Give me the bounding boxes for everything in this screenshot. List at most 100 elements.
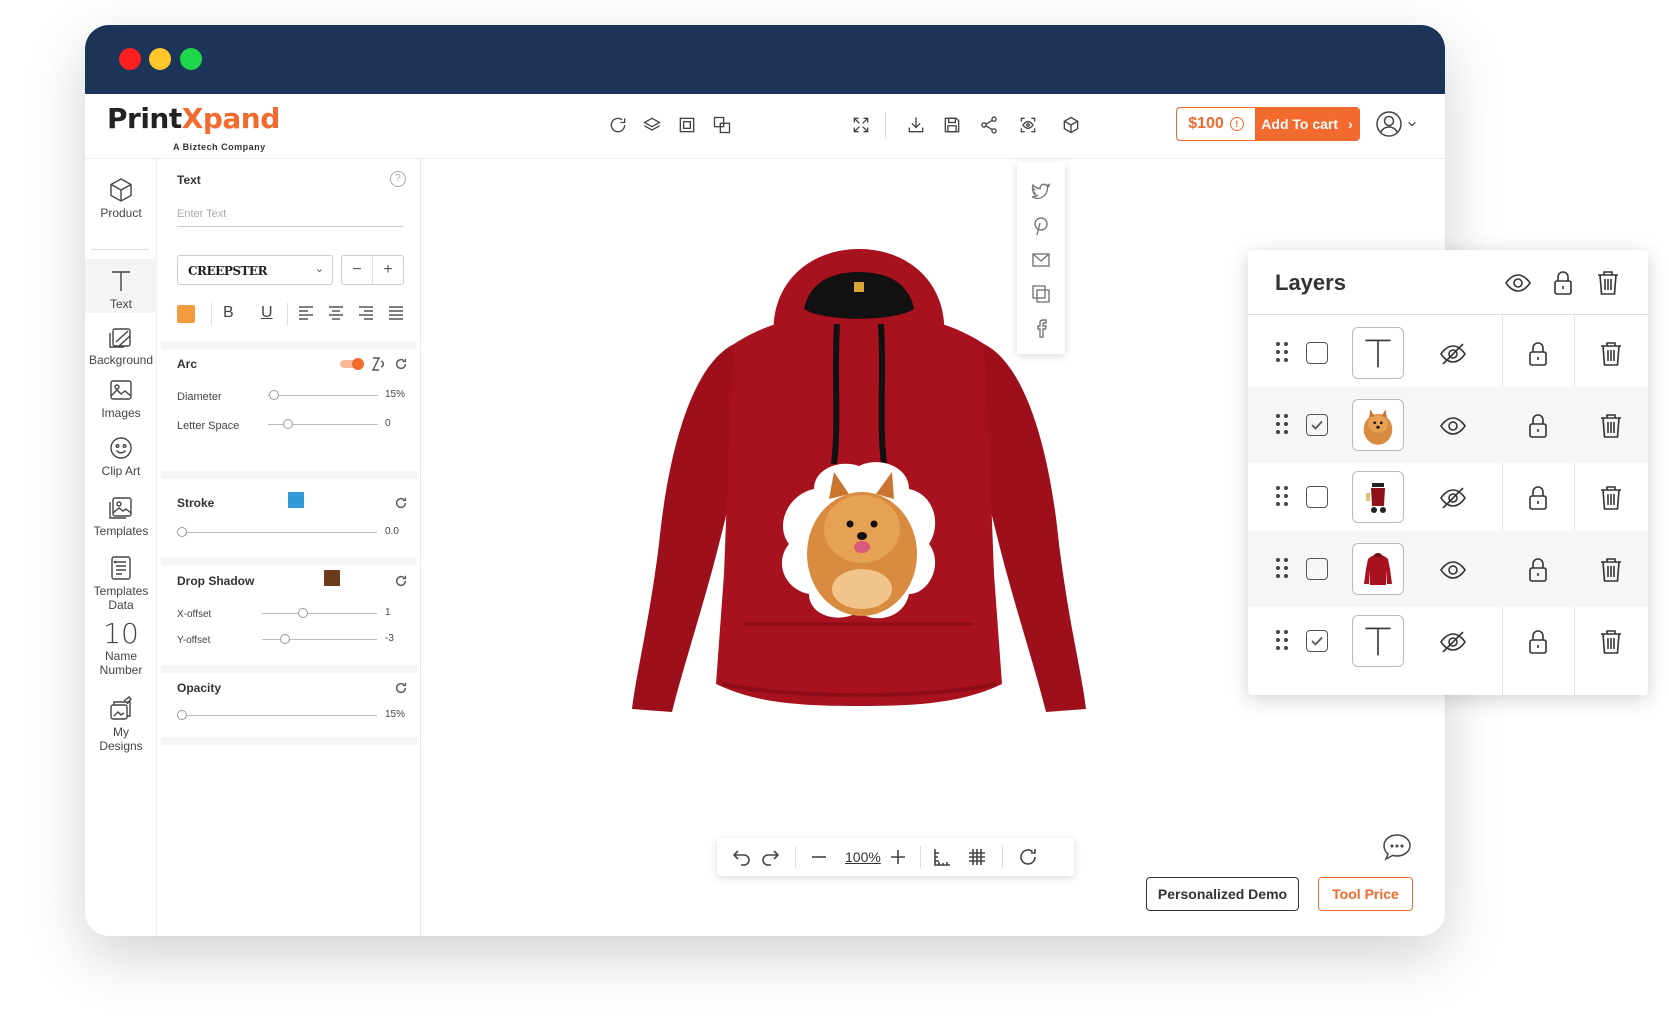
nav-name-number[interactable]: 10 Name Number	[85, 619, 157, 678]
layer-row[interactable]	[1248, 603, 1648, 679]
nav-templates-data[interactable]: Templates Data	[85, 555, 157, 612]
trash-icon[interactable]	[1596, 627, 1626, 657]
eye-off-icon[interactable]	[1438, 339, 1468, 369]
nav-images[interactable]: Images	[85, 377, 157, 420]
ruler-icon[interactable]	[932, 847, 952, 867]
user-menu[interactable]	[1375, 109, 1423, 139]
text-color-swatch[interactable]	[177, 305, 195, 323]
minimize-window-button[interactable]	[149, 48, 171, 70]
nav-templates[interactable]: Templates	[85, 495, 157, 538]
grid-icon[interactable]	[967, 847, 987, 867]
eye-icon[interactable]	[1438, 555, 1468, 585]
stroke-slider[interactable]	[177, 532, 377, 533]
download-icon[interactable]	[905, 114, 927, 136]
arrange-icon[interactable]	[711, 114, 733, 136]
fullscreen-icon[interactable]	[850, 114, 872, 136]
drag-handle-icon[interactable]	[1275, 412, 1291, 438]
opacity-slider-knob[interactable]	[177, 710, 187, 720]
undo-icon[interactable]	[732, 847, 752, 867]
nav-background[interactable]: Background	[85, 324, 157, 367]
layer-checkbox[interactable]	[1306, 630, 1328, 652]
reset-canvas-icon[interactable]	[1018, 847, 1038, 867]
arc-reset-icon[interactable]	[394, 357, 408, 371]
nav-my-designs[interactable]: My Designs	[85, 696, 157, 753]
bold-button[interactable]: B	[223, 304, 234, 322]
trash-icon[interactable]	[1596, 339, 1626, 369]
redo-icon[interactable]	[760, 847, 780, 867]
lock-all-icon[interactable]	[1548, 268, 1578, 298]
drag-handle-icon[interactable]	[1275, 556, 1291, 582]
drag-handle-icon[interactable]	[1275, 484, 1291, 510]
show-all-eye-icon[interactable]	[1503, 268, 1533, 298]
font-select[interactable]: CREEPSTER ⌄	[177, 255, 333, 285]
pinterest-icon[interactable]	[1031, 216, 1051, 236]
align-justify-icon[interactable]	[388, 306, 404, 320]
zoom-out-icon[interactable]	[809, 847, 829, 867]
eye-off-icon[interactable]	[1438, 627, 1468, 657]
trash-icon[interactable]	[1596, 483, 1626, 513]
zoom-level[interactable]: 100%	[845, 849, 881, 865]
nav-clip-art[interactable]: Clip Art	[85, 435, 157, 478]
stroke-slider-knob[interactable]	[177, 527, 187, 537]
opacity-slider[interactable]	[177, 715, 377, 716]
lock-icon[interactable]	[1523, 339, 1553, 369]
layer-thumbnail-text[interactable]	[1352, 327, 1404, 379]
font-size-stepper[interactable]: − +	[341, 255, 404, 285]
mail-icon[interactable]	[1031, 250, 1051, 270]
decrease-button[interactable]: −	[342, 256, 373, 284]
lock-icon[interactable]	[1523, 483, 1553, 513]
stroke-reset-icon[interactable]	[394, 496, 408, 510]
increase-button[interactable]: +	[373, 256, 403, 284]
layers-icon[interactable]	[641, 114, 663, 136]
text-input[interactable]: Enter Text	[177, 199, 403, 227]
info-icon[interactable]: !	[1229, 117, 1244, 131]
copy-icon[interactable]	[676, 114, 698, 136]
share-icon[interactable]	[978, 114, 1000, 136]
copy-link-icon[interactable]	[1031, 284, 1051, 304]
preview-icon[interactable]	[1017, 114, 1039, 136]
trash-icon[interactable]	[1596, 411, 1626, 441]
chat-icon[interactable]	[1381, 832, 1413, 862]
save-icon[interactable]	[941, 114, 963, 136]
close-window-button[interactable]	[119, 48, 141, 70]
trash-icon[interactable]	[1596, 555, 1626, 585]
personalized-demo-button[interactable]: Personalized Demo	[1146, 877, 1299, 911]
facebook-icon[interactable]	[1031, 318, 1051, 338]
twitter-icon[interactable]	[1031, 182, 1051, 202]
add-to-cart-button[interactable]: $100! Add To cart ›	[1176, 107, 1360, 141]
nav-text[interactable]: Text	[85, 259, 157, 313]
refresh-icon[interactable]	[607, 114, 629, 136]
lock-icon[interactable]	[1523, 411, 1553, 441]
diameter-slider-knob[interactable]	[269, 390, 279, 400]
stroke-color-swatch[interactable]	[288, 492, 304, 508]
align-center-icon[interactable]	[328, 306, 344, 320]
align-right-icon[interactable]	[358, 306, 374, 320]
layer-checkbox[interactable]	[1306, 414, 1328, 436]
shadow-color-swatch[interactable]	[324, 570, 340, 586]
arc-toggle[interactable]	[340, 358, 364, 370]
layer-thumbnail-text[interactable]	[1352, 615, 1404, 667]
layer-checkbox[interactable]	[1306, 558, 1328, 580]
x-offset-slider-knob[interactable]	[298, 608, 308, 618]
x-offset-slider[interactable]	[262, 613, 377, 614]
maximize-window-button[interactable]	[180, 48, 202, 70]
y-offset-slider-knob[interactable]	[280, 634, 290, 644]
layer-row[interactable]	[1248, 315, 1648, 391]
layer-row[interactable]	[1248, 387, 1648, 463]
eye-off-icon[interactable]	[1438, 483, 1468, 513]
layer-row[interactable]	[1248, 531, 1648, 607]
layer-thumbnail-hoodie[interactable]	[1352, 543, 1404, 595]
drag-handle-icon[interactable]	[1275, 628, 1291, 654]
shadow-reset-icon[interactable]	[394, 574, 408, 588]
tool-price-button[interactable]: Tool Price	[1318, 877, 1413, 911]
help-icon[interactable]: ?	[390, 171, 406, 187]
lock-icon[interactable]	[1523, 627, 1553, 657]
diameter-slider[interactable]	[268, 395, 378, 396]
add-to-cart-label[interactable]: Add To cart ›	[1255, 108, 1359, 140]
align-left-icon[interactable]	[298, 306, 314, 320]
3d-icon[interactable]	[1060, 114, 1082, 136]
underline-button[interactable]: U	[261, 304, 273, 322]
lock-icon[interactable]	[1523, 555, 1553, 585]
nav-product[interactable]: Product	[85, 177, 157, 220]
delete-all-icon[interactable]	[1593, 268, 1623, 298]
